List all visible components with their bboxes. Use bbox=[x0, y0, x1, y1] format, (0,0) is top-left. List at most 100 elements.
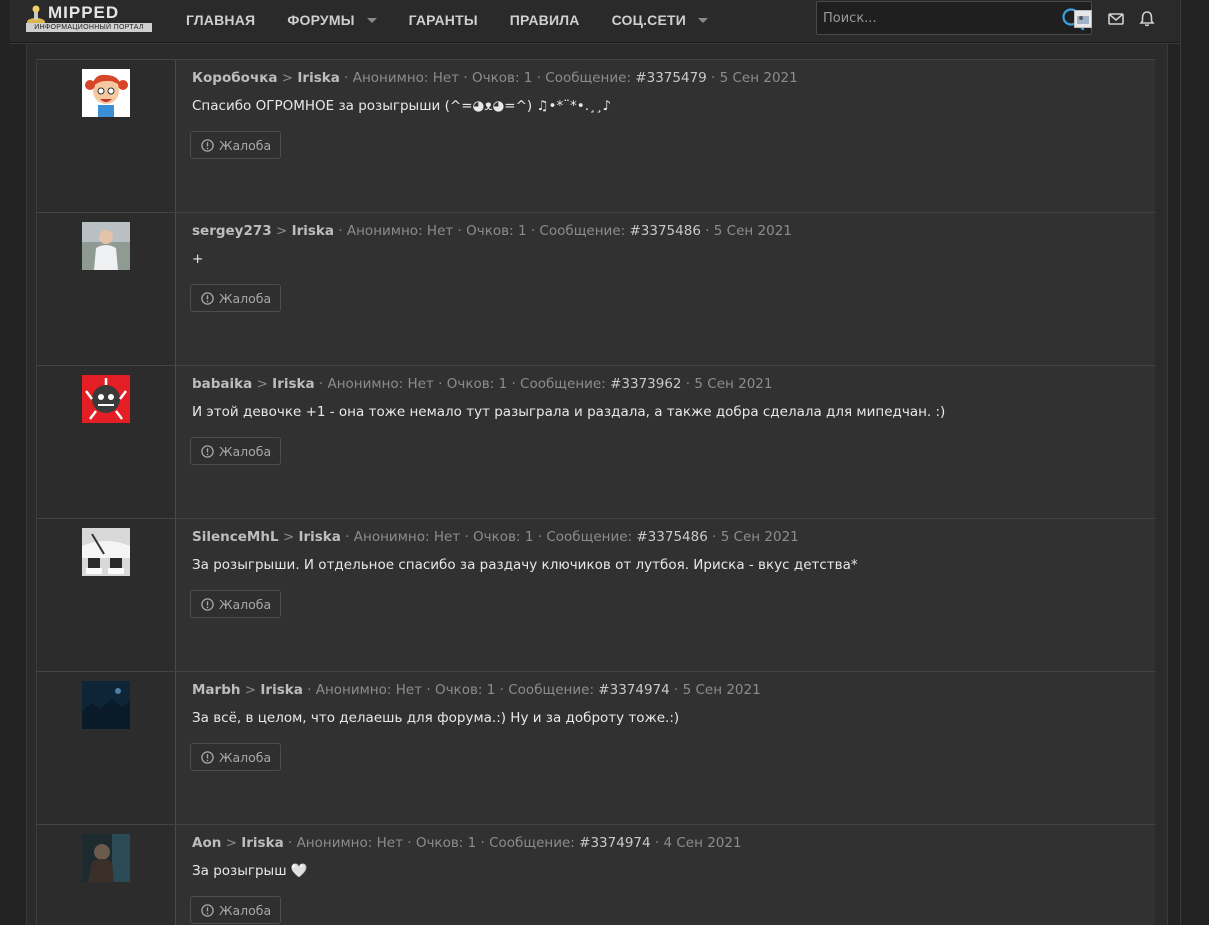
nav-item-rules[interactable]: ПРАВИЛА bbox=[494, 0, 596, 40]
post-date: 5 Сен 2021 bbox=[682, 682, 761, 698]
report-button[interactable]: Жалоба bbox=[190, 743, 282, 771]
nav-label: ГЛАВНАЯ bbox=[186, 12, 256, 28]
report-button[interactable]: Жалоба bbox=[190, 437, 282, 465]
message-link[interactable]: #3375486 bbox=[636, 529, 707, 545]
message-link[interactable]: #3374974 bbox=[598, 682, 669, 698]
message-link[interactable]: #3375486 bbox=[629, 223, 700, 239]
avatar[interactable] bbox=[82, 375, 130, 423]
post-user-column bbox=[36, 672, 176, 824]
anon-label: Анонимно: bbox=[346, 223, 423, 239]
nav-item-social[interactable]: СОЦ.СЕТИ bbox=[596, 0, 724, 40]
points-label: Очков: bbox=[473, 529, 521, 545]
post-date: 4 Сен 2021 bbox=[663, 835, 742, 851]
anon-label: Анонимно: bbox=[352, 70, 429, 86]
post-text: За розыгрыш 🤍 bbox=[192, 863, 308, 879]
report-label: Жалоба bbox=[219, 137, 272, 153]
avatar[interactable] bbox=[82, 69, 130, 117]
search-input[interactable] bbox=[817, 2, 1053, 34]
separator: > bbox=[225, 835, 237, 851]
post-text: И этой девочке +1 - она тоже немало тут … bbox=[192, 404, 946, 420]
top-navigation-bar: MIPPED ИНФОРМАЦИОННЫЙ ПОРТАЛ ГЛАВНАЯ ФОР… bbox=[10, 0, 1180, 43]
author-link[interactable]: sergey273 bbox=[192, 223, 272, 239]
anon-label: Анонимно: bbox=[296, 835, 373, 851]
warning-icon bbox=[201, 444, 214, 458]
points-label: Очков: bbox=[471, 70, 520, 86]
post-text: Спасибо ОГРОМНОЕ за розыгрыши (^=◕ᴥ◕=^) … bbox=[192, 98, 612, 114]
post-meta: babaika > Iriska · Анонимно: Нет · Очков… bbox=[192, 376, 773, 392]
warning-icon bbox=[201, 291, 214, 305]
anon-value: Нет bbox=[407, 376, 434, 392]
warning-icon bbox=[201, 597, 214, 611]
avatar[interactable] bbox=[82, 222, 130, 270]
report-label: Жалоба bbox=[219, 749, 272, 765]
nav-item-guarantors[interactable]: ГАРАНТЫ bbox=[393, 0, 494, 40]
nav-item-forums[interactable]: ФОРУМЫ bbox=[271, 0, 392, 40]
message-label: Сообщение: bbox=[545, 70, 632, 86]
post-user-column bbox=[36, 366, 176, 518]
separator: > bbox=[256, 376, 268, 392]
bell-icon[interactable] bbox=[1138, 10, 1156, 28]
author-link[interactable]: Aon bbox=[192, 835, 221, 851]
points-value: 1 bbox=[517, 223, 527, 239]
target-link[interactable]: Iriska bbox=[260, 682, 302, 698]
post-user-column bbox=[36, 213, 176, 365]
target-link[interactable]: Iriska bbox=[272, 376, 314, 392]
message-label: Сообщение: bbox=[508, 682, 594, 698]
author-link[interactable]: Marbh bbox=[192, 682, 240, 698]
post-item: babaika > Iriska · Анонимно: Нет · Очков… bbox=[36, 365, 1155, 518]
anon-label: Анонимно: bbox=[327, 376, 404, 392]
target-link[interactable]: Iriska bbox=[292, 223, 334, 239]
message-label: Сообщение: bbox=[489, 835, 575, 851]
anon-label: Анонимно: bbox=[315, 682, 392, 698]
target-link[interactable]: Iriska bbox=[241, 835, 283, 851]
page-divider bbox=[1180, 0, 1181, 925]
post-meta: sergey273 > Iriska · Анонимно: Нет · Очк… bbox=[192, 223, 792, 239]
report-label: Жалоба bbox=[219, 290, 272, 306]
points-label: Очков: bbox=[446, 376, 495, 392]
post-item: Marbh > Iriska · Анонимно: Нет · Очков: … bbox=[36, 671, 1155, 824]
target-link[interactable]: Iriska bbox=[298, 529, 340, 545]
separator: > bbox=[282, 529, 295, 545]
report-button[interactable]: Жалоба bbox=[190, 896, 282, 924]
nav-label: ГАРАНТЫ bbox=[408, 12, 478, 28]
warning-icon bbox=[201, 138, 214, 152]
nav-label: ПРАВИЛА bbox=[509, 12, 580, 28]
message-link[interactable]: #3375479 bbox=[635, 70, 706, 86]
avatar[interactable] bbox=[82, 528, 130, 576]
mail-icon[interactable] bbox=[1107, 10, 1125, 28]
points-label: Очков: bbox=[434, 682, 483, 698]
post-item: SilenceMhL > Iriska · Анонимно: Нет · Оч… bbox=[36, 518, 1155, 671]
anon-label: Анонимно: bbox=[353, 529, 430, 545]
points-value: 1 bbox=[486, 682, 496, 698]
report-button[interactable]: Жалоба bbox=[190, 590, 282, 618]
author-link[interactable]: babaika bbox=[192, 376, 252, 392]
site-logo[interactable]: MIPPED ИНФОРМАЦИОННЫЙ ПОРТАЛ bbox=[26, 3, 152, 32]
anon-value: Нет bbox=[376, 835, 403, 851]
author-link[interactable]: SilenceMhL bbox=[192, 529, 279, 545]
post-text: За розыгрыши. И отдельное спасибо за раз… bbox=[192, 557, 858, 573]
main-nav: ГЛАВНАЯ ФОРУМЫ ГАРАНТЫ ПРАВИЛА СОЦ.СЕТИ bbox=[170, 0, 724, 40]
post-user-column bbox=[36, 519, 176, 671]
message-link[interactable]: #3374974 bbox=[579, 835, 650, 851]
nav-item-home[interactable]: ГЛАВНАЯ bbox=[170, 0, 271, 40]
separator: > bbox=[275, 223, 288, 239]
message-link[interactable]: #3373962 bbox=[610, 376, 681, 392]
report-label: Жалоба bbox=[219, 443, 272, 459]
target-link[interactable]: Iriska bbox=[297, 70, 339, 86]
points-value: 1 bbox=[467, 835, 477, 851]
avatar[interactable] bbox=[82, 681, 130, 729]
report-button[interactable]: Жалоба bbox=[190, 284, 282, 312]
anon-value: Нет bbox=[395, 682, 423, 698]
user-avatar-icon[interactable] bbox=[1074, 10, 1092, 28]
points-value: 1 bbox=[498, 376, 508, 392]
warning-icon bbox=[201, 750, 214, 764]
points-value: 1 bbox=[523, 70, 533, 86]
report-button[interactable]: Жалоба bbox=[190, 131, 282, 159]
points-label: Очков: bbox=[415, 835, 464, 851]
post-meta: Aon > Iriska · Анонимно: Нет · Очков: 1 … bbox=[192, 835, 742, 851]
nav-label: ФОРУМЫ bbox=[287, 12, 355, 28]
chevron-down-icon[interactable] bbox=[698, 17, 708, 23]
author-link[interactable]: Коробочка bbox=[192, 70, 278, 86]
chevron-down-icon[interactable] bbox=[366, 17, 377, 23]
avatar[interactable] bbox=[82, 834, 130, 882]
